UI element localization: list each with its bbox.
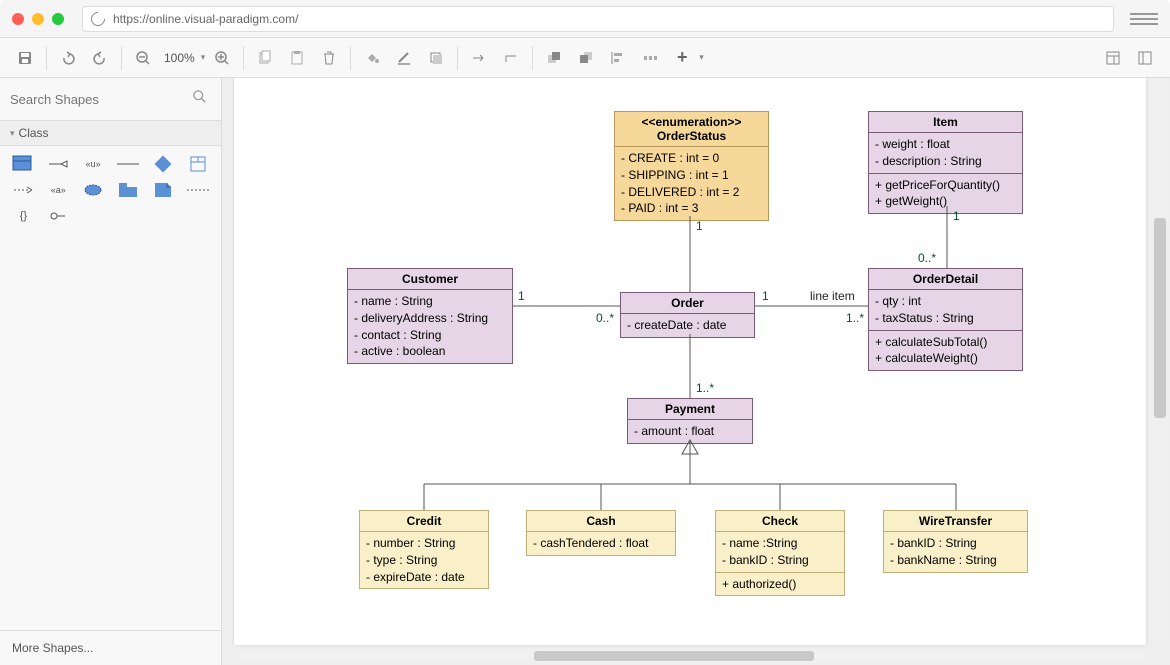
add-dropdown-icon[interactable]: ▾: [699, 52, 704, 63]
svg-text:line item: line item: [810, 289, 855, 303]
shape-package-icon[interactable]: [117, 182, 139, 198]
zoom-dropdown-icon[interactable]: ▾: [201, 52, 206, 63]
shadow-button[interactable]: [421, 44, 451, 72]
class-payment[interactable]: Payment - amount : float: [627, 398, 753, 444]
class-orderdetail[interactable]: OrderDetail - qty : int - taxStatus : St…: [868, 268, 1023, 371]
svg-text:1: 1: [518, 289, 525, 303]
class-cash[interactable]: Cash - cashTendered : float: [526, 510, 676, 556]
shape-association-icon[interactable]: [117, 156, 139, 172]
stroke-button[interactable]: [389, 44, 419, 72]
class-item[interactable]: Item - weight : float - description : St…: [868, 111, 1023, 214]
shape-generalization-icon[interactable]: [47, 156, 69, 172]
menu-icon[interactable]: [1130, 7, 1158, 31]
panel-class-header[interactable]: Class: [0, 120, 221, 146]
horizontal-scrollbar[interactable]: [234, 649, 1150, 663]
reload-icon[interactable]: [88, 9, 108, 29]
vertical-scrollbar[interactable]: [1152, 78, 1168, 645]
copy-button[interactable]: [250, 44, 280, 72]
connector-straight-button[interactable]: [464, 44, 494, 72]
outline-panel-button[interactable]: [1130, 44, 1160, 72]
zoom-out-button[interactable]: [128, 44, 158, 72]
shape-abstraction-icon[interactable]: «a»: [47, 182, 69, 198]
class-wiretransfer[interactable]: WireTransfer - bankID : String - bankNam…: [883, 510, 1028, 573]
more-shapes-button[interactable]: More Shapes...: [0, 630, 221, 665]
tofront-button[interactable]: [539, 44, 569, 72]
canvas-area: <<enumeration>> OrderStatus - CREATE : i…: [222, 78, 1170, 665]
shape-component-icon[interactable]: [187, 156, 209, 172]
diagram-canvas[interactable]: <<enumeration>> OrderStatus - CREATE : i…: [234, 78, 1146, 645]
browser-chrome: https://online.visual-paradigm.com/: [0, 0, 1170, 38]
minimize-icon[interactable]: [32, 13, 44, 25]
sidebar: Class «u» «a» {} More Shapes...: [0, 78, 222, 665]
format-panel-button[interactable]: [1098, 44, 1128, 72]
save-button[interactable]: [10, 44, 40, 72]
class-credit[interactable]: Credit - number : String - type : String…: [359, 510, 489, 589]
undo-button[interactable]: [53, 44, 83, 72]
svg-text:0..*: 0..*: [918, 251, 936, 265]
delete-button[interactable]: [314, 44, 344, 72]
shape-constraint-icon[interactable]: {}: [12, 208, 34, 224]
shape-class-icon[interactable]: [12, 156, 34, 172]
shape-interface-icon[interactable]: [152, 156, 174, 172]
class-order[interactable]: Order - createDate : date: [620, 292, 755, 338]
shape-collaboration-icon[interactable]: [82, 182, 104, 198]
maximize-icon[interactable]: [52, 13, 64, 25]
align-button[interactable]: [603, 44, 633, 72]
connector-orthogonal-button[interactable]: [496, 44, 526, 72]
toolbar: 100% ▾ + ▾: [0, 38, 1170, 78]
class-check[interactable]: Check - name :String - bankID : String +…: [715, 510, 845, 596]
shape-palette: «u» «a» {}: [0, 146, 221, 234]
shape-dependency-icon[interactable]: [12, 182, 34, 198]
shape-dashed-icon[interactable]: [187, 182, 209, 198]
zoom-in-button[interactable]: [207, 44, 237, 72]
paste-button[interactable]: [282, 44, 312, 72]
zoom-level[interactable]: 100%: [160, 51, 199, 65]
search-icon[interactable]: [193, 90, 207, 104]
shape-lollipop-icon[interactable]: [47, 208, 69, 224]
distribute-button[interactable]: [635, 44, 665, 72]
url-text: https://online.visual-paradigm.com/: [113, 12, 298, 26]
url-bar[interactable]: https://online.visual-paradigm.com/: [82, 6, 1114, 32]
search-input[interactable]: [10, 86, 211, 112]
add-button[interactable]: +: [667, 44, 697, 72]
class-orderstatus[interactable]: <<enumeration>> OrderStatus - CREATE : i…: [614, 111, 769, 221]
shape-usage-icon[interactable]: «u»: [82, 156, 104, 172]
fill-button[interactable]: [357, 44, 387, 72]
toback-button[interactable]: [571, 44, 601, 72]
shape-note-icon[interactable]: [152, 182, 174, 198]
class-customer[interactable]: Customer - name : String - deliveryAddre…: [347, 268, 513, 364]
window-controls: [12, 13, 64, 25]
close-icon[interactable]: [12, 13, 24, 25]
svg-text:0..*: 0..*: [596, 311, 614, 325]
svg-text:1: 1: [762, 289, 769, 303]
redo-button[interactable]: [85, 44, 115, 72]
svg-text:1..*: 1..*: [846, 311, 864, 325]
svg-text:1..*: 1..*: [696, 381, 714, 395]
